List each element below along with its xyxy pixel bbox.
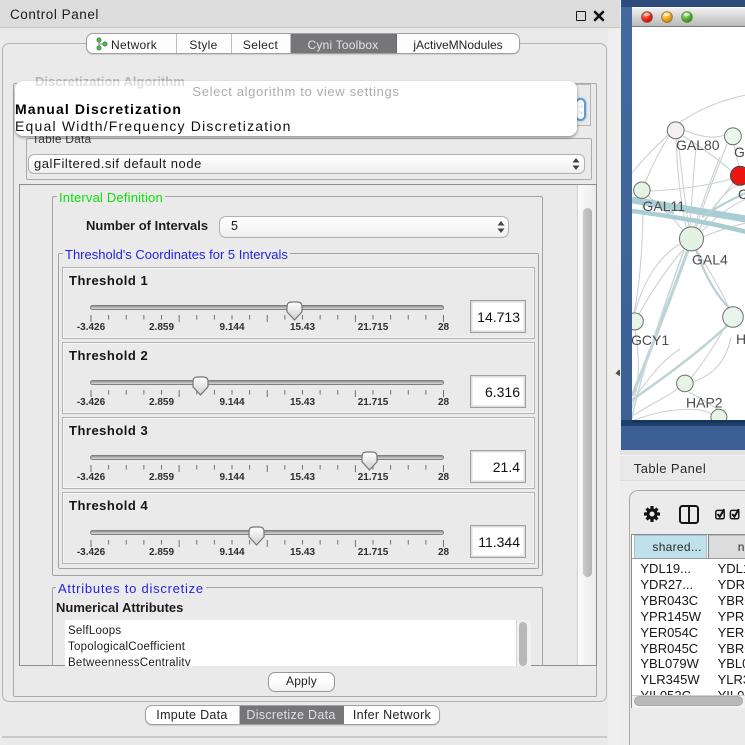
svg-text:C: C [738,186,745,202]
svg-text:H: H [736,331,745,347]
svg-text:GAL11: GAL11 [642,198,685,214]
svg-text:GAL4: GAL4 [692,252,728,268]
svg-text:GAL80: GAL80 [676,137,720,153]
svg-text:HAP2: HAP2 [686,395,723,411]
svg-text:GA: GA [734,144,745,160]
svg-text:GCY1: GCY1 [632,332,669,348]
